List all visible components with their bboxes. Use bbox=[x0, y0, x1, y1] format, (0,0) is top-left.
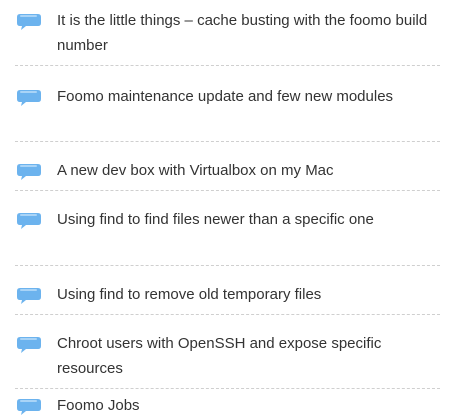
post-link[interactable]: Foomo maintenance update and few new mod… bbox=[57, 84, 437, 109]
speech-bubble-icon bbox=[17, 213, 41, 229]
divider bbox=[15, 314, 440, 315]
speech-bubble-icon bbox=[17, 164, 41, 180]
post-link[interactable]: Using find to find files newer than a sp… bbox=[57, 207, 437, 232]
divider bbox=[15, 65, 440, 66]
post-link[interactable]: Foomo Jobs bbox=[57, 393, 437, 418]
divider bbox=[15, 265, 440, 266]
divider bbox=[15, 388, 440, 389]
post-link[interactable]: It is the little things – cache busting … bbox=[57, 8, 437, 58]
divider bbox=[15, 141, 440, 142]
post-link[interactable]: Chroot users with OpenSSH and expose spe… bbox=[57, 331, 437, 381]
speech-bubble-icon bbox=[17, 90, 41, 106]
post-link[interactable]: A new dev box with Virtualbox on my Mac bbox=[57, 158, 437, 183]
speech-bubble-icon bbox=[17, 399, 41, 415]
post-link[interactable]: Using find to remove old temporary files bbox=[57, 282, 437, 307]
divider bbox=[15, 190, 440, 191]
speech-bubble-icon bbox=[17, 337, 41, 353]
speech-bubble-icon bbox=[17, 14, 41, 30]
speech-bubble-icon bbox=[17, 288, 41, 304]
recent-posts-list: It is the little things – cache busting … bbox=[0, 0, 458, 417]
